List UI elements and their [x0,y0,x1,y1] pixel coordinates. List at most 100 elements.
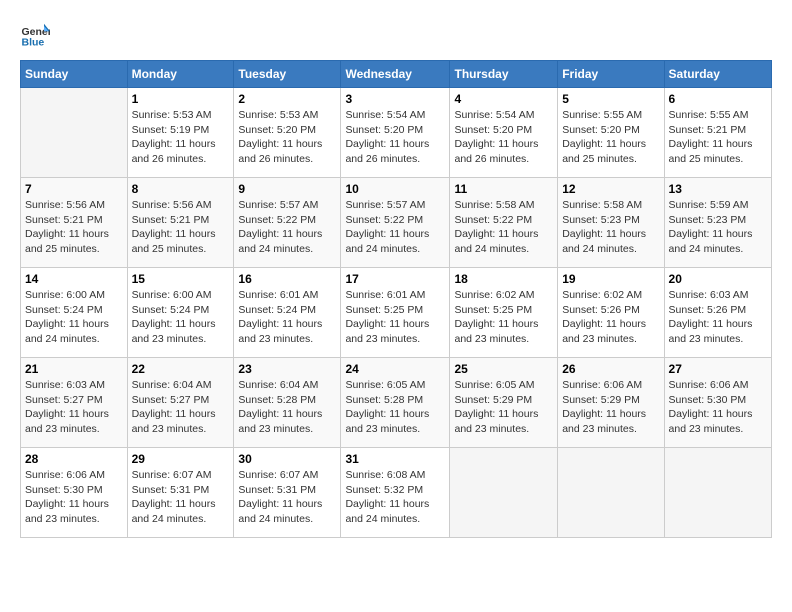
day-info: Sunrise: 6:02 AMSunset: 5:25 PMDaylight:… [454,288,553,347]
day-number: 14 [25,272,123,286]
calendar-table: SundayMondayTuesdayWednesdayThursdayFrid… [20,60,772,538]
day-info: Sunrise: 5:56 AMSunset: 5:21 PMDaylight:… [132,198,230,257]
day-number: 21 [25,362,123,376]
calendar-cell: 25 Sunrise: 6:05 AMSunset: 5:29 PMDaylig… [450,358,558,448]
day-info: Sunrise: 6:07 AMSunset: 5:31 PMDaylight:… [238,468,336,527]
day-number: 18 [454,272,553,286]
column-header-wednesday: Wednesday [341,61,450,88]
day-info: Sunrise: 6:00 AMSunset: 5:24 PMDaylight:… [132,288,230,347]
day-number: 6 [669,92,767,106]
calendar-cell: 15 Sunrise: 6:00 AMSunset: 5:24 PMDaylig… [127,268,234,358]
calendar-cell: 3 Sunrise: 5:54 AMSunset: 5:20 PMDayligh… [341,88,450,178]
calendar-cell: 1 Sunrise: 5:53 AMSunset: 5:19 PMDayligh… [127,88,234,178]
day-number: 7 [25,182,123,196]
calendar-cell: 5 Sunrise: 5:55 AMSunset: 5:20 PMDayligh… [558,88,664,178]
calendar-cell: 9 Sunrise: 5:57 AMSunset: 5:22 PMDayligh… [234,178,341,268]
logo: General Blue [20,20,50,50]
calendar-cell: 23 Sunrise: 6:04 AMSunset: 5:28 PMDaylig… [234,358,341,448]
column-header-monday: Monday [127,61,234,88]
calendar-cell: 6 Sunrise: 5:55 AMSunset: 5:21 PMDayligh… [664,88,771,178]
day-number: 28 [25,452,123,466]
day-info: Sunrise: 5:57 AMSunset: 5:22 PMDaylight:… [238,198,336,257]
calendar-week-5: 28 Sunrise: 6:06 AMSunset: 5:30 PMDaylig… [21,448,772,538]
day-info: Sunrise: 5:53 AMSunset: 5:20 PMDaylight:… [238,108,336,167]
day-info: Sunrise: 6:02 AMSunset: 5:26 PMDaylight:… [562,288,659,347]
day-number: 26 [562,362,659,376]
calendar-header-row: SundayMondayTuesdayWednesdayThursdayFrid… [21,61,772,88]
day-number: 29 [132,452,230,466]
day-number: 20 [669,272,767,286]
day-number: 9 [238,182,336,196]
column-header-sunday: Sunday [21,61,128,88]
day-number: 13 [669,182,767,196]
column-header-tuesday: Tuesday [234,61,341,88]
calendar-cell: 4 Sunrise: 5:54 AMSunset: 5:20 PMDayligh… [450,88,558,178]
day-number: 3 [345,92,445,106]
day-info: Sunrise: 5:54 AMSunset: 5:20 PMDaylight:… [454,108,553,167]
day-number: 16 [238,272,336,286]
day-info: Sunrise: 5:54 AMSunset: 5:20 PMDaylight:… [345,108,445,167]
calendar-cell: 8 Sunrise: 5:56 AMSunset: 5:21 PMDayligh… [127,178,234,268]
day-number: 30 [238,452,336,466]
calendar-cell: 17 Sunrise: 6:01 AMSunset: 5:25 PMDaylig… [341,268,450,358]
calendar-body: 1 Sunrise: 5:53 AMSunset: 5:19 PMDayligh… [21,88,772,538]
calendar-cell: 12 Sunrise: 5:58 AMSunset: 5:23 PMDaylig… [558,178,664,268]
day-info: Sunrise: 5:58 AMSunset: 5:22 PMDaylight:… [454,198,553,257]
page-header: General Blue [20,20,772,50]
day-info: Sunrise: 6:03 AMSunset: 5:27 PMDaylight:… [25,378,123,437]
calendar-cell: 21 Sunrise: 6:03 AMSunset: 5:27 PMDaylig… [21,358,128,448]
day-info: Sunrise: 6:01 AMSunset: 5:25 PMDaylight:… [345,288,445,347]
day-number: 2 [238,92,336,106]
day-number: 1 [132,92,230,106]
day-number: 19 [562,272,659,286]
day-number: 11 [454,182,553,196]
calendar-cell: 19 Sunrise: 6:02 AMSunset: 5:26 PMDaylig… [558,268,664,358]
calendar-week-1: 1 Sunrise: 5:53 AMSunset: 5:19 PMDayligh… [21,88,772,178]
calendar-cell: 13 Sunrise: 5:59 AMSunset: 5:23 PMDaylig… [664,178,771,268]
day-info: Sunrise: 5:55 AMSunset: 5:20 PMDaylight:… [562,108,659,167]
day-number: 15 [132,272,230,286]
day-info: Sunrise: 6:04 AMSunset: 5:27 PMDaylight:… [132,378,230,437]
calendar-cell: 31 Sunrise: 6:08 AMSunset: 5:32 PMDaylig… [341,448,450,538]
calendar-cell [450,448,558,538]
day-info: Sunrise: 6:03 AMSunset: 5:26 PMDaylight:… [669,288,767,347]
day-info: Sunrise: 6:06 AMSunset: 5:29 PMDaylight:… [562,378,659,437]
day-number: 25 [454,362,553,376]
day-info: Sunrise: 6:08 AMSunset: 5:32 PMDaylight:… [345,468,445,527]
calendar-cell [664,448,771,538]
calendar-cell: 28 Sunrise: 6:06 AMSunset: 5:30 PMDaylig… [21,448,128,538]
day-info: Sunrise: 5:58 AMSunset: 5:23 PMDaylight:… [562,198,659,257]
day-number: 27 [669,362,767,376]
calendar-cell [21,88,128,178]
day-number: 17 [345,272,445,286]
calendar-week-4: 21 Sunrise: 6:03 AMSunset: 5:27 PMDaylig… [21,358,772,448]
calendar-cell: 14 Sunrise: 6:00 AMSunset: 5:24 PMDaylig… [21,268,128,358]
day-info: Sunrise: 6:00 AMSunset: 5:24 PMDaylight:… [25,288,123,347]
day-number: 12 [562,182,659,196]
calendar-cell: 16 Sunrise: 6:01 AMSunset: 5:24 PMDaylig… [234,268,341,358]
day-info: Sunrise: 5:53 AMSunset: 5:19 PMDaylight:… [132,108,230,167]
day-number: 31 [345,452,445,466]
calendar-cell: 11 Sunrise: 5:58 AMSunset: 5:22 PMDaylig… [450,178,558,268]
column-header-saturday: Saturday [664,61,771,88]
day-number: 8 [132,182,230,196]
svg-text:Blue: Blue [22,37,45,49]
day-info: Sunrise: 6:05 AMSunset: 5:29 PMDaylight:… [454,378,553,437]
calendar-cell: 7 Sunrise: 5:56 AMSunset: 5:21 PMDayligh… [21,178,128,268]
column-header-friday: Friday [558,61,664,88]
day-info: Sunrise: 5:57 AMSunset: 5:22 PMDaylight:… [345,198,445,257]
calendar-cell: 26 Sunrise: 6:06 AMSunset: 5:29 PMDaylig… [558,358,664,448]
column-header-thursday: Thursday [450,61,558,88]
calendar-cell: 18 Sunrise: 6:02 AMSunset: 5:25 PMDaylig… [450,268,558,358]
calendar-cell: 22 Sunrise: 6:04 AMSunset: 5:27 PMDaylig… [127,358,234,448]
calendar-cell: 27 Sunrise: 6:06 AMSunset: 5:30 PMDaylig… [664,358,771,448]
day-number: 23 [238,362,336,376]
calendar-cell [558,448,664,538]
calendar-cell: 20 Sunrise: 6:03 AMSunset: 5:26 PMDaylig… [664,268,771,358]
day-info: Sunrise: 6:06 AMSunset: 5:30 PMDaylight:… [25,468,123,527]
day-number: 10 [345,182,445,196]
calendar-week-3: 14 Sunrise: 6:00 AMSunset: 5:24 PMDaylig… [21,268,772,358]
day-info: Sunrise: 5:56 AMSunset: 5:21 PMDaylight:… [25,198,123,257]
calendar-cell: 29 Sunrise: 6:07 AMSunset: 5:31 PMDaylig… [127,448,234,538]
day-number: 22 [132,362,230,376]
